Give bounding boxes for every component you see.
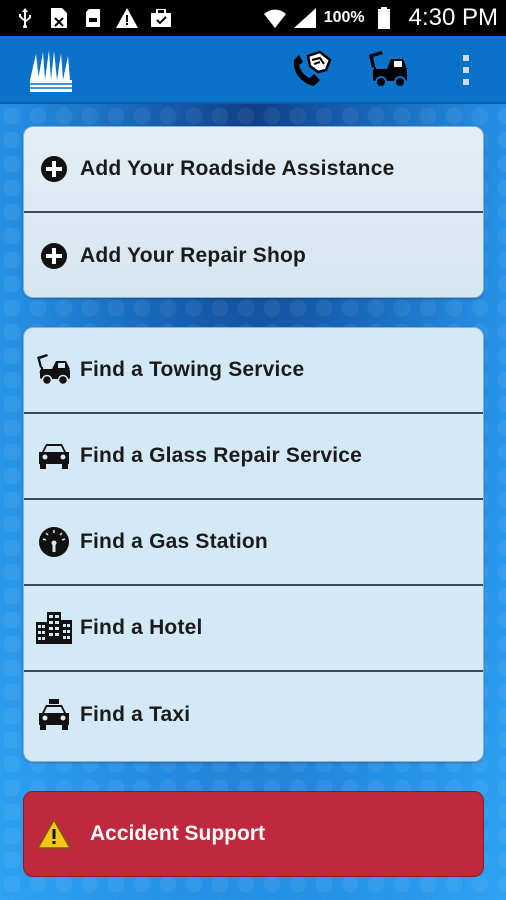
tow-truck-icon[interactable] bbox=[364, 46, 414, 94]
find-glass-repair-item[interactable]: Find a Glass Repair Service bbox=[24, 414, 483, 500]
find-gas-station-label: Find a Gas Station bbox=[80, 530, 268, 553]
accident-support-label: Accident Support bbox=[90, 822, 266, 845]
app-bar bbox=[0, 36, 506, 104]
sd-card-icon bbox=[82, 7, 104, 29]
add-roadside-assistance-item[interactable]: Add Your Roadside Assistance bbox=[24, 127, 483, 213]
find-hotel-item[interactable]: Find a Hotel bbox=[24, 586, 483, 672]
accident-support-button[interactable]: Accident Support bbox=[23, 791, 484, 877]
overflow-menu-icon[interactable] bbox=[446, 46, 486, 94]
tow-truck-icon bbox=[36, 352, 72, 388]
warning-icon bbox=[36, 816, 72, 852]
logo-icon bbox=[30, 50, 72, 92]
taxi-icon bbox=[36, 697, 72, 733]
add-roadside-assistance-label: Add Your Roadside Assistance bbox=[80, 157, 395, 180]
find-taxi-item[interactable]: Find a Taxi bbox=[24, 672, 483, 758]
sim-icon bbox=[48, 7, 70, 29]
find-hotel-label: Find a Hotel bbox=[80, 616, 203, 639]
car-icon bbox=[36, 438, 72, 474]
find-gas-station-item[interactable]: Find a Gas Station bbox=[24, 500, 483, 586]
add-repair-shop-item[interactable]: Add Your Repair Shop bbox=[24, 213, 483, 297]
find-section-card: Find a Towing Service Find a Glass Repai… bbox=[23, 327, 484, 762]
battery-percent: 100% bbox=[323, 9, 365, 26]
buildings-icon bbox=[36, 610, 72, 646]
status-time: 4:30 PM bbox=[408, 4, 498, 31]
status-bar-right: 100% 4:30 PM bbox=[263, 4, 498, 32]
add-circle-icon bbox=[36, 238, 72, 274]
battery-icon bbox=[373, 7, 395, 29]
find-taxi-label: Find a Taxi bbox=[80, 703, 191, 726]
warning-icon bbox=[116, 7, 138, 29]
add-repair-shop-label: Add Your Repair Shop bbox=[80, 244, 307, 267]
find-towing-service-item[interactable]: Find a Towing Service bbox=[24, 328, 483, 414]
find-glass-repair-label: Find a Glass Repair Service bbox=[80, 444, 363, 467]
briefcase-icon bbox=[150, 7, 172, 29]
wifi-icon bbox=[263, 7, 286, 29]
phone-handshake-icon[interactable] bbox=[286, 46, 336, 94]
status-bar: 100% 4:30 PM bbox=[0, 0, 506, 36]
add-section-card: Add Your Roadside Assistance Add Your Re… bbox=[23, 126, 484, 298]
usb-icon bbox=[14, 7, 36, 29]
status-bar-left bbox=[14, 7, 172, 29]
fuel-gauge-icon bbox=[36, 524, 72, 560]
find-towing-service-label: Find a Towing Service bbox=[80, 358, 305, 381]
signal-icon bbox=[293, 7, 316, 29]
add-circle-icon bbox=[36, 151, 72, 187]
